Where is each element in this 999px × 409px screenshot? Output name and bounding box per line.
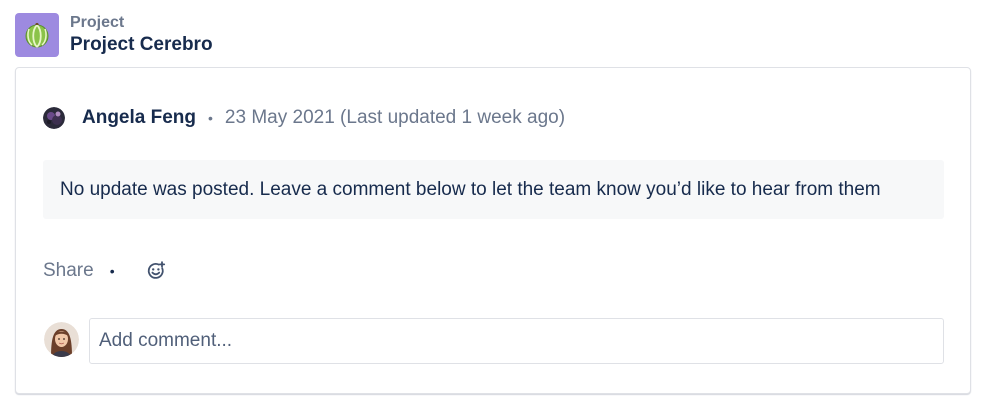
author-avatar[interactable]: [43, 107, 65, 129]
update-card: Angela Feng • 23 May 2021 (Last updated …: [15, 67, 971, 394]
melon-icon: [25, 23, 49, 48]
comment-input[interactable]: [89, 318, 944, 364]
author-row: Angela Feng • 23 May 2021 (Last updated …: [43, 105, 565, 131]
project-icon[interactable]: [15, 13, 59, 57]
project-eyebrow: Project: [70, 14, 125, 31]
update-date: 23 May 2021 (Last updated 1 week ago): [224, 107, 566, 128]
no-update-notice: No update was posted. Leave a comment be…: [43, 160, 944, 219]
notice-text: No update was posted. Leave a comment be…: [60, 178, 881, 200]
meta-separator: •: [208, 110, 213, 126]
current-user-avatar[interactable]: [44, 322, 79, 357]
action-bar: Share •: [43, 258, 167, 284]
share-button[interactable]: Share: [43, 260, 94, 282]
action-separator: •: [109, 263, 115, 279]
project-name[interactable]: Project Cerebro: [70, 34, 213, 56]
add-reaction-button[interactable]: [145, 260, 167, 282]
add-reaction-icon: [147, 261, 165, 279]
author-name[interactable]: Angela Feng: [82, 107, 196, 129]
